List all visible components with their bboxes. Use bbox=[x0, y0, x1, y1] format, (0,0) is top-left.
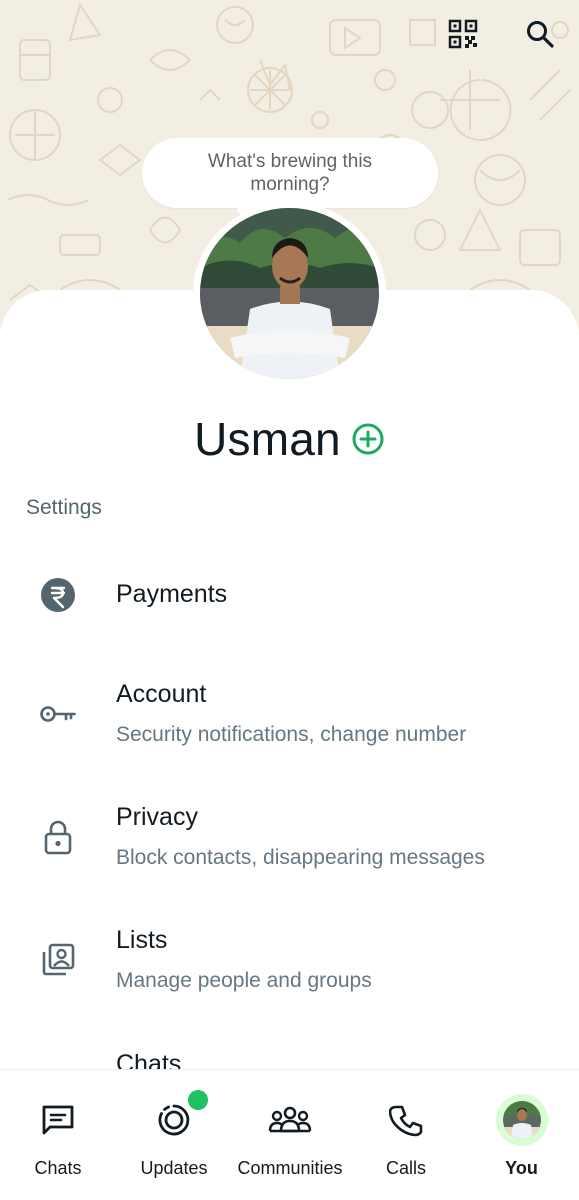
settings-item-account[interactable]: Account Security notifications, change n… bbox=[0, 670, 579, 770]
nav-label: You bbox=[505, 1158, 538, 1178]
nav-communities[interactable]: Communities bbox=[232, 1070, 348, 1200]
settings-item-payments[interactable]: Payments bbox=[0, 560, 579, 630]
status-prompt-text: What's brewing this morning? bbox=[207, 151, 373, 195]
lock-icon bbox=[36, 815, 80, 859]
settings-section-title: Settings bbox=[26, 496, 102, 519]
avatar bbox=[502, 1101, 541, 1139]
settings-item-title: Privacy bbox=[116, 803, 198, 831]
settings-item-privacy[interactable]: Privacy Block contacts, disappearing mes… bbox=[0, 793, 579, 893]
settings-item-chats[interactable]: Chats bbox=[0, 1040, 579, 1070]
updates-badge bbox=[188, 1090, 208, 1110]
nav-you[interactable]: You bbox=[464, 1070, 579, 1200]
settings-item-title: Lists bbox=[116, 926, 168, 954]
settings-item-subtitle: Block contacts, disappearing messages bbox=[116, 846, 485, 869]
nav-updates[interactable]: Updates bbox=[116, 1070, 232, 1200]
settings-item-lists[interactable]: Lists Manage people and groups bbox=[0, 916, 579, 1016]
nav-label: Calls bbox=[385, 1158, 426, 1178]
communities-icon bbox=[262, 1092, 318, 1148]
you-avatar-ring bbox=[495, 1094, 548, 1146]
nav-label: Updates bbox=[140, 1158, 208, 1178]
phone-icon bbox=[378, 1092, 434, 1148]
contacts-list-icon bbox=[36, 938, 80, 982]
qr-code-icon[interactable] bbox=[445, 16, 481, 52]
chats-icon bbox=[30, 1092, 86, 1148]
nav-calls[interactable]: Calls bbox=[348, 1070, 464, 1200]
avatar[interactable] bbox=[200, 208, 379, 379]
rupee-icon bbox=[36, 573, 80, 617]
status-prompt-bubble[interactable]: What's brewing this morning? bbox=[142, 138, 438, 208]
nav-label: Communities bbox=[237, 1158, 343, 1178]
settings-item-title: Payments bbox=[116, 580, 228, 608]
nav-chats[interactable]: Chats bbox=[0, 1070, 116, 1200]
settings-item-subtitle: Manage people and groups bbox=[116, 969, 372, 992]
profile-name[interactable]: Usman bbox=[194, 412, 341, 466]
search-icon[interactable] bbox=[522, 16, 558, 52]
key-icon bbox=[36, 692, 80, 736]
plus-circle-icon[interactable] bbox=[351, 422, 385, 456]
settings-item-title: Chats bbox=[116, 1050, 182, 1070]
bottom-navigation: Chats Updates Communities Calls You bbox=[0, 1069, 579, 1200]
profile-name-row: Usman bbox=[0, 408, 579, 470]
you-avatar-wrapper bbox=[494, 1092, 550, 1148]
nav-label: Chats bbox=[34, 1158, 82, 1178]
settings-item-title: Account bbox=[116, 680, 207, 708]
settings-item-subtitle: Security notifications, change number bbox=[116, 723, 467, 746]
